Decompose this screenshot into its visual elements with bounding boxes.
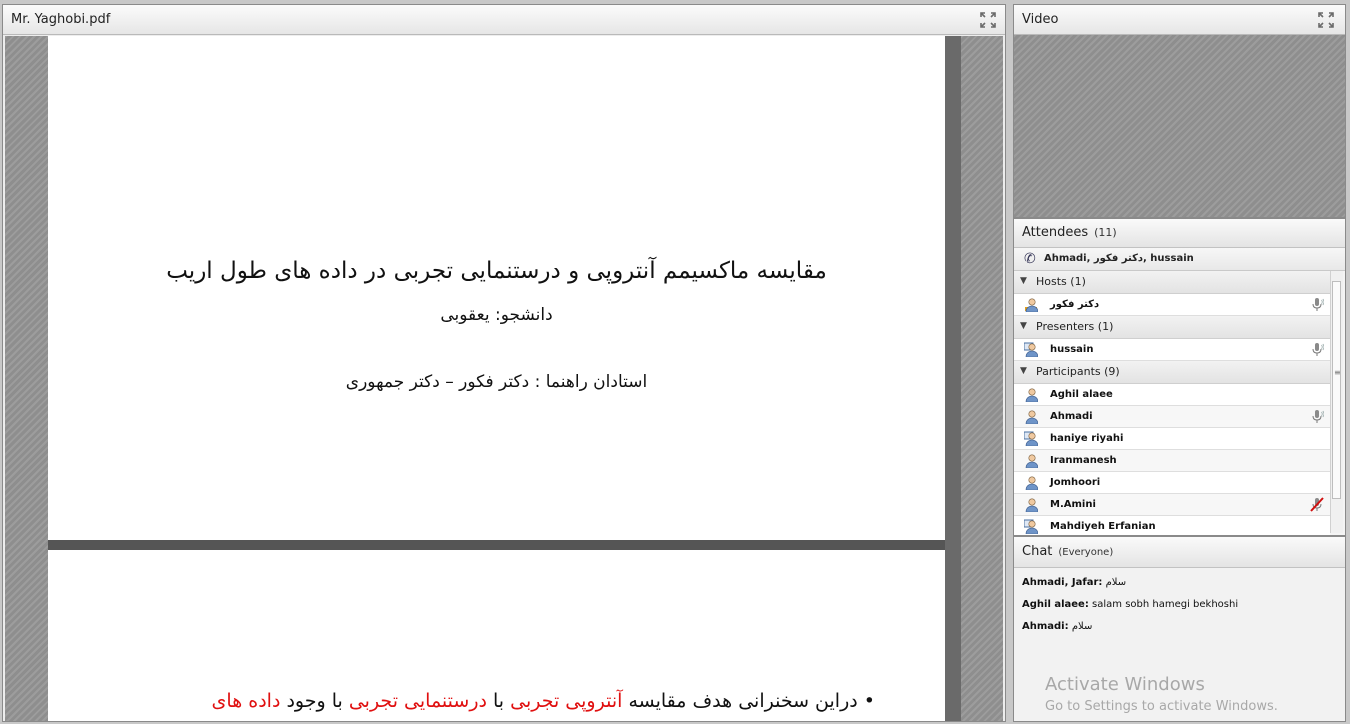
slide-advisors: استادان راهنما : دکتر فکور – دکتر جمهوری xyxy=(345,372,648,392)
user-icon xyxy=(1023,431,1039,447)
pdf-pod-header: Mr. Yaghobi.pdf xyxy=(3,5,1005,35)
slide-student: دانشجو: یعقوبی xyxy=(440,305,553,325)
attendee-row[interactable]: Ahmadi xyxy=(1014,406,1330,428)
attendee-name: Ahmadi xyxy=(1050,411,1093,422)
chat-sender: Ahmadi: xyxy=(1022,621,1069,632)
attendee-name: hussain xyxy=(1050,344,1094,355)
microphone-icon xyxy=(1310,409,1325,424)
microphone-muted-icon xyxy=(1310,497,1324,512)
attendee-row[interactable]: Mahdiyeh Erfanian xyxy=(1014,516,1330,535)
attendees-title: Attendees (11) xyxy=(1022,225,1117,240)
attendee-group-header[interactable]: ▼ Hosts (1) xyxy=(1014,271,1330,294)
attendee-name: دکتر فکور xyxy=(1050,299,1100,310)
pdf-viewer[interactable]: مقایسه ماکسیمم آنتروپی و درستنمایی تجربی… xyxy=(5,36,1003,721)
video-pod-header: Video xyxy=(1014,5,1345,35)
page-shadow xyxy=(945,36,961,721)
attendee-row[interactable]: hussain xyxy=(1014,339,1330,361)
collapse-triangle-icon[interactable]: ▼ xyxy=(1020,321,1027,331)
attendee-scrollbar[interactable]: ≡ xyxy=(1330,271,1343,533)
microphone-icon xyxy=(1310,342,1325,357)
bullet-part-1: دراین سخنرانی هدف مقایسه xyxy=(622,690,858,712)
chat-sender: Aghil alaee: xyxy=(1022,599,1089,610)
user-icon xyxy=(1024,409,1039,425)
group-label: Hosts (1) xyxy=(1036,275,1086,288)
bullet-part-5: با وجود xyxy=(280,690,349,712)
attendee-row[interactable]: Aghil alaee xyxy=(1014,384,1330,406)
video-area xyxy=(1014,35,1345,217)
attendee-row[interactable]: Jomhoori xyxy=(1014,472,1330,494)
pdf-pod-title: Mr. Yaghobi.pdf xyxy=(11,12,111,27)
bullet-part-6: داده های xyxy=(211,690,281,712)
bullet-part-2: آنتروپی تجربی xyxy=(510,690,623,712)
chat-header: Chat (Everyone) xyxy=(1014,537,1345,568)
pdf-page-2: • دراین سخنرانی هدف مقایسه آنتروپی تجربی… xyxy=(48,550,945,721)
attendee-name: haniye riyahi xyxy=(1050,433,1124,444)
pdf-page-1: مقایسه ماکسیمم آنتروپی و درستنمایی تجربی… xyxy=(48,36,945,540)
attendee-group-header[interactable]: ▼ Presenters (1) xyxy=(1014,316,1330,339)
attendees-header: Attendees (11) xyxy=(1014,219,1345,248)
chat-message: Ahmadi, Jafar: سلام xyxy=(1022,577,1126,588)
chat-text: سلام xyxy=(1105,577,1127,588)
attendee-row[interactable]: M.Amini xyxy=(1014,494,1330,516)
microphone-icon xyxy=(1310,297,1325,312)
active-speakers-bar: ✆ Ahmadi, دکتر فکور, hussain xyxy=(1014,248,1345,271)
attendee-name: M.Amini xyxy=(1050,499,1096,510)
pdf-share-pod: Mr. Yaghobi.pdf مقایسه ماکسیمم آنتروپی و… xyxy=(2,4,1006,722)
attendee-name: Jomhoori xyxy=(1050,477,1101,488)
attendee-name: Mahdiyeh Erfanian xyxy=(1050,521,1156,532)
pdf-scroll-area[interactable] xyxy=(961,36,1003,721)
maximize-icon[interactable] xyxy=(980,12,996,28)
maximize-icon[interactable] xyxy=(1318,12,1334,28)
bullet-part-3: با xyxy=(486,690,511,712)
attendee-name: Iranmanesh xyxy=(1050,455,1117,466)
video-pod: Video xyxy=(1013,4,1346,218)
user-icon xyxy=(1023,342,1039,358)
attendee-row[interactable]: Iranmanesh xyxy=(1014,450,1330,472)
activate-windows-title: Activate Windows xyxy=(1045,674,1205,695)
phone-icon: ✆ xyxy=(1024,251,1036,267)
attendees-pod: Attendees (11) ✆ Ahmadi, دکتر فکور, hussa… xyxy=(1013,218,1346,536)
activate-windows-subtitle: Go to Settings to activate Windows. xyxy=(1045,699,1278,714)
collapse-triangle-icon[interactable]: ▼ xyxy=(1020,366,1027,376)
attendee-name: Aghil alaee xyxy=(1050,389,1113,400)
user-icon xyxy=(1023,519,1039,535)
chat-text: salam sobh hamegi bekhoshi xyxy=(1092,599,1239,610)
group-label: Participants (9) xyxy=(1036,365,1120,378)
user-icon xyxy=(1024,297,1039,313)
attendee-row[interactable]: دکتر فکور xyxy=(1014,294,1330,316)
chat-message: Ahmadi: سلام xyxy=(1022,621,1092,632)
user-icon xyxy=(1024,497,1039,513)
user-icon xyxy=(1024,453,1039,469)
user-icon xyxy=(1024,387,1039,403)
slide-title: مقایسه ماکسیمم آنتروپی و درستنمایی تجربی… xyxy=(166,258,827,284)
scroll-grip-icon: ≡ xyxy=(1334,368,1341,377)
slide-bullet-text: • دراین سخنرانی هدف مقایسه آنتروپی تجربی… xyxy=(55,690,875,712)
collapse-triangle-icon[interactable]: ▼ xyxy=(1020,276,1027,286)
attendee-group-header[interactable]: ▼ Participants (9) xyxy=(1014,361,1330,384)
chat-sender: Ahmadi, Jafar: xyxy=(1022,577,1103,588)
attendee-list[interactable]: ▼ Hosts (1) دکتر فکور ▼ Presenters (1) hussai… xyxy=(1014,271,1330,535)
group-label: Presenters (1) xyxy=(1036,320,1114,333)
active-speakers-text: Ahmadi, دکتر فکور, hussain xyxy=(1044,253,1194,264)
bullet-mark: • xyxy=(863,690,875,712)
video-pod-title: Video xyxy=(1022,12,1059,27)
attendee-row[interactable]: haniye riyahi xyxy=(1014,428,1330,450)
attendee-scroll-thumb[interactable] xyxy=(1332,281,1341,499)
chat-scope: (Everyone) xyxy=(1058,547,1114,558)
chat-text: سلام xyxy=(1071,621,1093,632)
chat-message: Aghil alaee: salam sobh hamegi bekhoshi xyxy=(1022,599,1238,610)
page-separator xyxy=(48,540,945,550)
user-icon xyxy=(1024,475,1039,491)
chat-title: Chat (Everyone) xyxy=(1022,544,1114,559)
bullet-part-4: درستنمایی تجربی xyxy=(348,690,487,712)
attendees-count: (11) xyxy=(1094,226,1117,239)
